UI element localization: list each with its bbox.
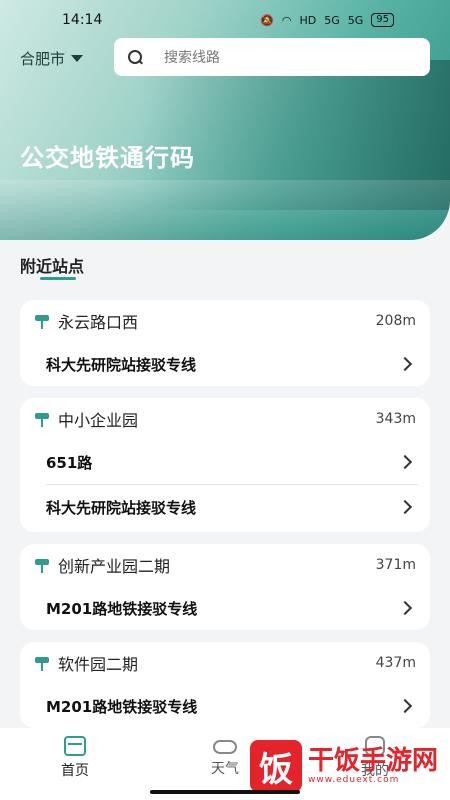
search-input[interactable]: 搜索线路 (114, 38, 430, 76)
station-name: 中小企业园 (58, 411, 139, 430)
bus-stop-icon (34, 557, 50, 573)
station-distance: 437m (375, 655, 416, 671)
chevron-right-icon (397, 600, 413, 616)
tab-home-label: 首页 (61, 763, 89, 779)
line-name: 科大先研院站接驳专线 (46, 498, 197, 517)
station-card: 中小企业园 343m 651路 科大先研院站接驳专线 (20, 398, 430, 532)
search-icon (128, 50, 142, 64)
page-title: 公交地铁通行码 (20, 144, 195, 172)
signal-icon-2: 5G (347, 13, 364, 27)
bus-stop-icon (34, 313, 50, 329)
line-name: 651路 (46, 453, 93, 472)
watermark-url: www.eduext.com (308, 775, 400, 785)
line-name: 科大先研院站接驳专线 (46, 355, 197, 374)
line-row[interactable]: 科大先研院站接驳专线 (20, 485, 430, 529)
line-name: M201路地铁接驳专线 (46, 697, 198, 716)
road-image (0, 180, 450, 240)
bus-stop-icon (34, 655, 50, 671)
station-header[interactable]: 中小企业园 343m (20, 398, 430, 440)
hd-badge: HD (299, 13, 317, 27)
station-card: 永云路口西 208m 科大先研院站接驳专线 (20, 300, 430, 386)
station-header[interactable]: 软件园二期 437m (20, 642, 430, 684)
bus-icon (64, 736, 86, 756)
cloud-icon (213, 740, 237, 754)
chevron-right-icon (397, 454, 413, 470)
tab-home[interactable]: 首页 (25, 736, 125, 780)
station-card: 软件园二期 437m M201路地铁接驳专线 (20, 642, 430, 728)
station-distance: 208m (375, 313, 416, 329)
status-bar: 14:14 🔕 ◠ HD 5G 5G 95 (0, 0, 450, 40)
status-icons: 🔕 ◠ HD 5G 5G 95 (260, 13, 394, 27)
search-placeholder: 搜索线路 (164, 50, 220, 66)
line-row[interactable]: M201路地铁接驳专线 (20, 586, 430, 630)
signal-icon-1: 5G (324, 13, 340, 27)
watermark-text: 干饭手游网 (308, 746, 439, 776)
chevron-right-icon (397, 499, 413, 515)
mute-icon: 🔕 (260, 13, 274, 27)
chevron-right-icon (397, 698, 413, 714)
line-row[interactable]: 科大先研院站接驳专线 (20, 342, 430, 386)
watermark: 饭 干饭手游网 www.eduext.com (250, 740, 438, 792)
nearby-title: 附近站点 (20, 257, 85, 276)
station-header[interactable]: 永云路口西 208m (20, 300, 430, 342)
bus-stop-icon (34, 411, 50, 427)
city-label: 合肥市 (20, 50, 66, 68)
chevron-right-icon (397, 356, 413, 372)
chevron-down-icon (71, 55, 84, 62)
section-underline (40, 277, 76, 280)
line-name: M201路地铁接驳专线 (46, 599, 198, 618)
station-header[interactable]: 创新产业园二期 371m (20, 544, 430, 586)
battery-icon: 95 (371, 13, 394, 27)
home-indicator (150, 790, 300, 794)
station-name: 永云路口西 (58, 313, 139, 332)
tab-weather-label: 天气 (211, 761, 239, 777)
station-card: 创新产业园二期 371m M201路地铁接驳专线 (20, 544, 430, 630)
wifi-icon: ◠ (281, 13, 292, 27)
line-row[interactable]: M201路地铁接驳专线 (20, 684, 430, 728)
station-name: 创新产业园二期 (58, 557, 171, 576)
station-distance: 343m (375, 411, 416, 427)
station-distance: 371m (375, 557, 416, 573)
status-time: 14:14 (62, 12, 103, 28)
city-selector[interactable]: 合肥市 (20, 48, 84, 69)
line-row[interactable]: 651路 (20, 440, 430, 484)
station-name: 软件园二期 (58, 655, 139, 674)
watermark-logo: 饭 (250, 740, 302, 792)
